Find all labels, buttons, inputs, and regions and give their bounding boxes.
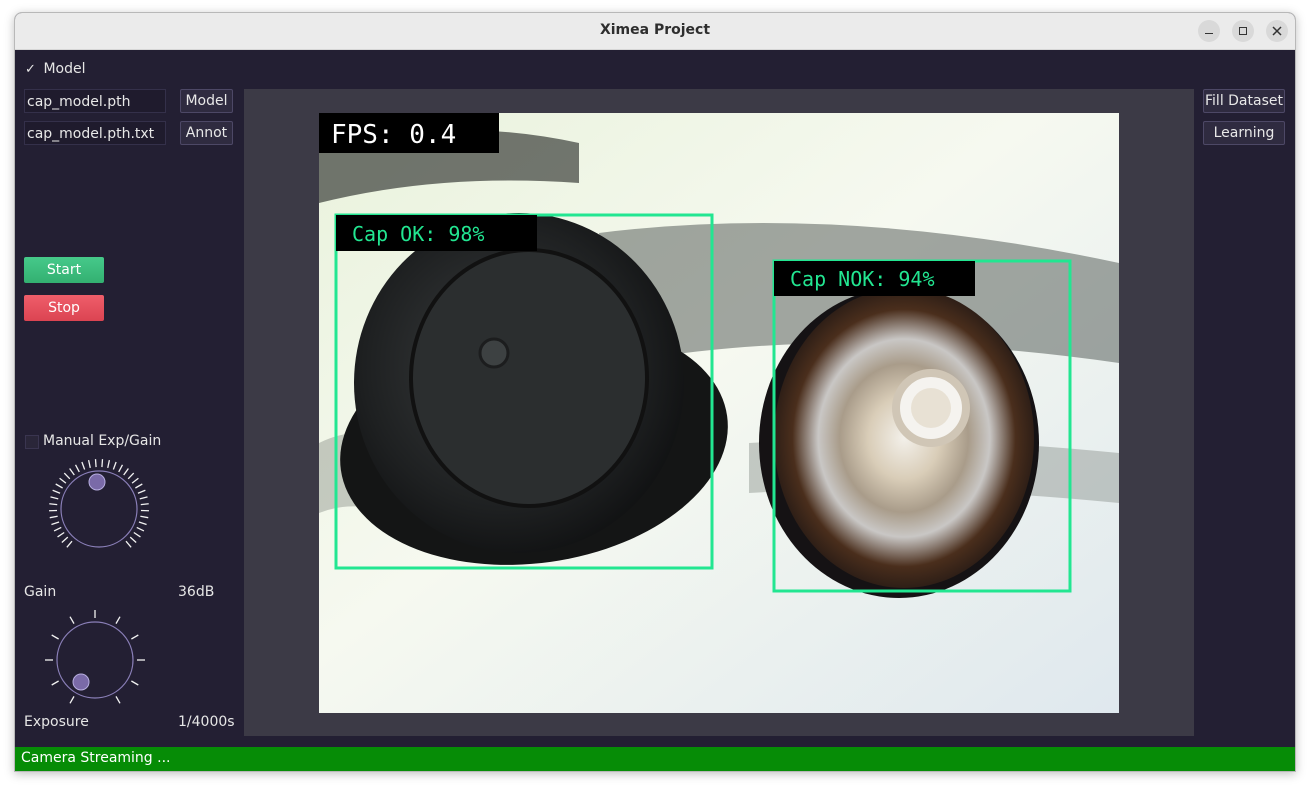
dial-tick <box>74 464 80 473</box>
model-button[interactable]: Model <box>180 89 233 113</box>
dial-tick <box>50 496 59 500</box>
dial-tick <box>55 483 63 489</box>
dial-tick <box>135 483 143 489</box>
dial-tick <box>139 496 148 500</box>
dial-tick <box>94 459 97 468</box>
dial-tick <box>115 616 121 624</box>
title-bar: Ximea Project <box>15 13 1295 50</box>
dial-tick <box>131 634 139 640</box>
dial-tick <box>131 680 139 686</box>
dial-tick <box>138 521 147 526</box>
detection-label-ok: Cap OK: 98% <box>352 222 484 246</box>
dial-tick <box>57 531 65 538</box>
camera-view-panel: FPS: 0.4 Cap OK: 98% Cap NOK: 94% <box>244 89 1194 736</box>
detection-box-nok <box>772 259 1072 593</box>
dial-tick <box>129 536 137 543</box>
status-bar: Camera Streaming ... <box>15 747 1295 771</box>
model-path-field[interactable]: cap_model.pth <box>24 89 166 113</box>
dial-tick <box>59 477 67 484</box>
dial-tick <box>118 464 124 473</box>
dial-tick <box>107 459 111 469</box>
dial-tick <box>136 526 145 532</box>
dial-tick <box>49 515 58 519</box>
dial-tick <box>140 503 149 506</box>
dial-tick <box>51 680 59 686</box>
camera-frame: FPS: 0.4 Cap OK: 98% Cap NOK: 94% <box>319 113 1119 713</box>
minimize-button[interactable] <box>1198 20 1220 42</box>
close-icon <box>1272 26 1282 36</box>
dial-tick <box>52 489 61 494</box>
gain-dial-ticks <box>49 459 149 548</box>
detection-label-nok: Cap NOK: 94% <box>790 267 935 291</box>
dial-tick <box>49 503 58 506</box>
exposure-label: Exposure <box>24 714 89 730</box>
fill-dataset-button[interactable]: Fill Dataset <box>1203 89 1285 113</box>
dial-tick <box>140 515 149 519</box>
dial-tick <box>51 521 60 526</box>
status-text: Camera Streaming ... <box>21 750 171 766</box>
exposure-dial[interactable] <box>43 605 153 715</box>
dial-tick <box>61 536 69 543</box>
exposure-dial-ticks <box>45 610 145 704</box>
maximize-button[interactable] <box>1232 20 1254 42</box>
dial-tick <box>51 634 59 640</box>
annot-path-field[interactable]: cap_model.pth.txt <box>24 121 166 145</box>
dial-tick <box>63 472 71 480</box>
learning-button[interactable]: Learning <box>1203 121 1285 145</box>
start-button[interactable]: Start <box>24 257 104 283</box>
dial-tick <box>53 526 62 532</box>
detection-box-ok <box>334 213 714 570</box>
dial-tick <box>69 696 75 704</box>
manual-exp-gain-label: Manual Exp/Gain <box>43 433 162 449</box>
dial-tick <box>137 489 146 494</box>
dial-tick <box>127 472 135 480</box>
close-button[interactable] <box>1266 20 1288 42</box>
dial-tick <box>112 461 117 470</box>
exposure-dial-handle[interactable] <box>72 673 90 691</box>
overlay-layer: FPS: 0.4 Cap OK: 98% Cap NOK: 94% <box>319 113 1072 593</box>
dial-tick <box>131 477 139 484</box>
dial-tick <box>69 616 75 624</box>
model-checkbox-label: Model <box>43 61 86 77</box>
app-window: Ximea Project ✓ Model cap_model.pth Mode… <box>14 12 1296 772</box>
dial-tick <box>115 696 121 704</box>
maximize-icon <box>1239 27 1247 35</box>
dial-tick <box>81 461 86 470</box>
dial-tick <box>123 468 129 476</box>
dial-tick <box>69 468 75 476</box>
check-icon: ✓ <box>25 62 36 77</box>
fps-label: FPS: 0.4 <box>331 120 456 150</box>
stop-button[interactable]: Stop <box>24 295 104 321</box>
annot-button[interactable]: Annot <box>180 121 233 145</box>
gain-dial-handle[interactable] <box>88 473 106 491</box>
gain-label: Gain <box>24 584 57 600</box>
model-checkbox[interactable]: ✓ Model <box>25 61 86 77</box>
minimize-icon <box>1205 33 1213 34</box>
dial-tick <box>87 459 91 469</box>
exposure-dial-ring <box>56 621 134 699</box>
dial-tick <box>133 531 141 538</box>
window-title: Ximea Project <box>599 22 711 38</box>
exposure-value: 1/4000s <box>178 714 235 730</box>
dial-tick <box>125 540 132 548</box>
manual-exp-gain-checkbox[interactable] <box>25 435 39 449</box>
gain-value: 36dB <box>178 584 215 600</box>
gain-dial[interactable] <box>44 457 154 567</box>
dial-tick <box>66 540 73 548</box>
dial-tick <box>101 459 104 468</box>
